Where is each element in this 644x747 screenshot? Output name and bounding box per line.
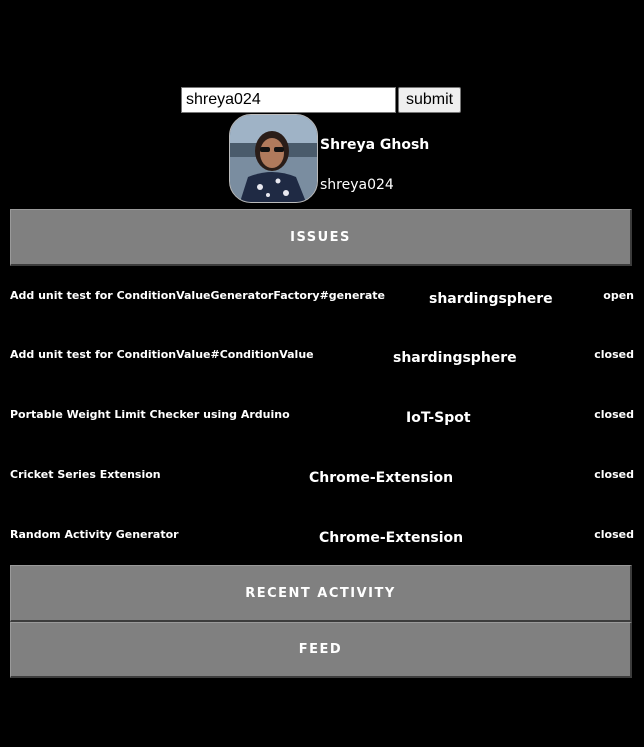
issue-row: Portable Weight Limit Checker using Ardu… — [10, 408, 634, 432]
issue-title[interactable]: Add unit test for ConditionValue#Conditi… — [10, 348, 314, 361]
submit-button[interactable]: submit — [398, 87, 462, 113]
issue-state: closed — [594, 408, 634, 421]
issue-state: closed — [594, 348, 634, 361]
profile-name: Shreya Ghosh — [320, 137, 430, 153]
issues-section-button[interactable]: ISSUES — [10, 209, 632, 266]
issue-title[interactable]: Add unit test for ConditionValueGenerato… — [10, 289, 385, 302]
issue-repo: shardingsphere — [429, 291, 553, 307]
page: submit Shreya Ghosh shreya024 ISSUES Ad — [0, 0, 644, 747]
issue-title[interactable]: Portable Weight Limit Checker using Ardu… — [10, 408, 290, 421]
issue-row: Cricket Series Extension Chrome-Extensio… — [10, 468, 634, 492]
avatar-image — [230, 115, 317, 202]
issue-row: Add unit test for ConditionValue#Conditi… — [10, 348, 634, 372]
recent-activity-section-button[interactable]: RECENT ACTIVITY — [10, 565, 632, 622]
issue-repo: Chrome-Extension — [309, 470, 454, 486]
issue-state: closed — [594, 468, 634, 481]
issue-row: Add unit test for ConditionValueGenerato… — [10, 289, 634, 313]
issue-repo: IoT-Spot — [406, 410, 471, 426]
issue-title[interactable]: Random Activity Generator — [10, 528, 179, 541]
issue-state: open — [603, 289, 634, 302]
issue-row: Random Activity Generator Chrome-Extensi… — [10, 528, 634, 552]
profile-username: shreya024 — [320, 177, 394, 193]
issue-state: closed — [594, 528, 634, 541]
profile-card: Shreya Ghosh shreya024 — [229, 114, 429, 203]
issue-repo: shardingsphere — [393, 350, 517, 366]
username-search-input[interactable] — [181, 87, 396, 113]
avatar — [229, 114, 318, 203]
issue-title[interactable]: Cricket Series Extension — [10, 468, 161, 481]
issue-repo: Chrome-Extension — [319, 530, 464, 546]
search-form: submit — [181, 87, 462, 113]
feed-section-button[interactable]: FEED — [10, 622, 632, 678]
